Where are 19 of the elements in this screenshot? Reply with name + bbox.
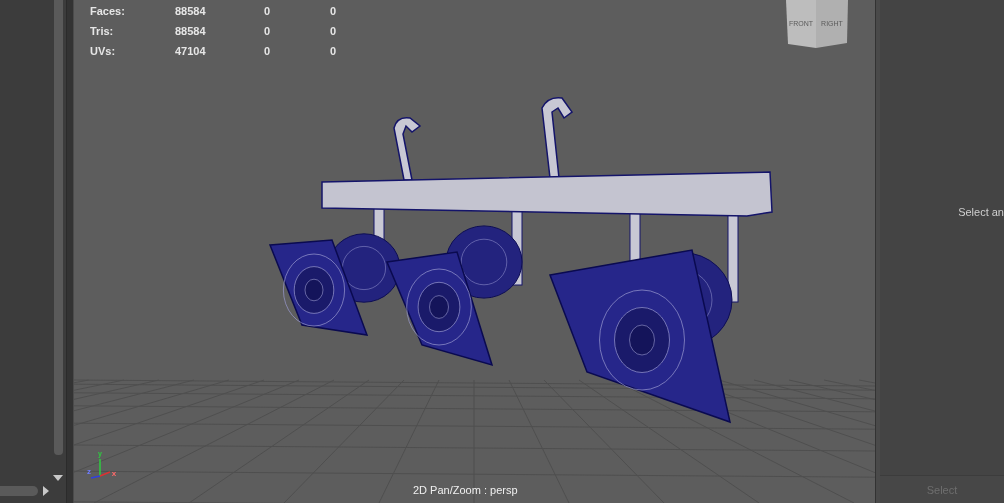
panel-splitter[interactable] <box>875 0 880 503</box>
stat-value: 0 <box>264 44 272 58</box>
stat-value: 88584 <box>175 24 207 38</box>
panel-message: Select an <box>958 206 1004 218</box>
stat-value: 47104 <box>175 44 207 58</box>
stat-value: 0 <box>330 24 338 38</box>
scrollbar-thumb[interactable] <box>54 0 63 455</box>
stat-label: UVs: <box>90 44 117 58</box>
stat-value: 0 <box>264 24 272 38</box>
stat-value: 0 <box>264 4 272 18</box>
stat-value: 0 <box>330 44 338 58</box>
scrollbar-thumb[interactable] <box>0 486 38 496</box>
stat-label: Tris: <box>90 24 115 38</box>
scroll-down-icon[interactable] <box>53 474 63 482</box>
stat-value: 0 <box>330 4 338 18</box>
stat-value: 88584 <box>175 4 207 18</box>
viewport-label: 2D Pan/Zoom : persp <box>413 484 518 496</box>
scroll-right-icon[interactable] <box>42 486 49 496</box>
stat-label: Faces: <box>90 4 126 18</box>
